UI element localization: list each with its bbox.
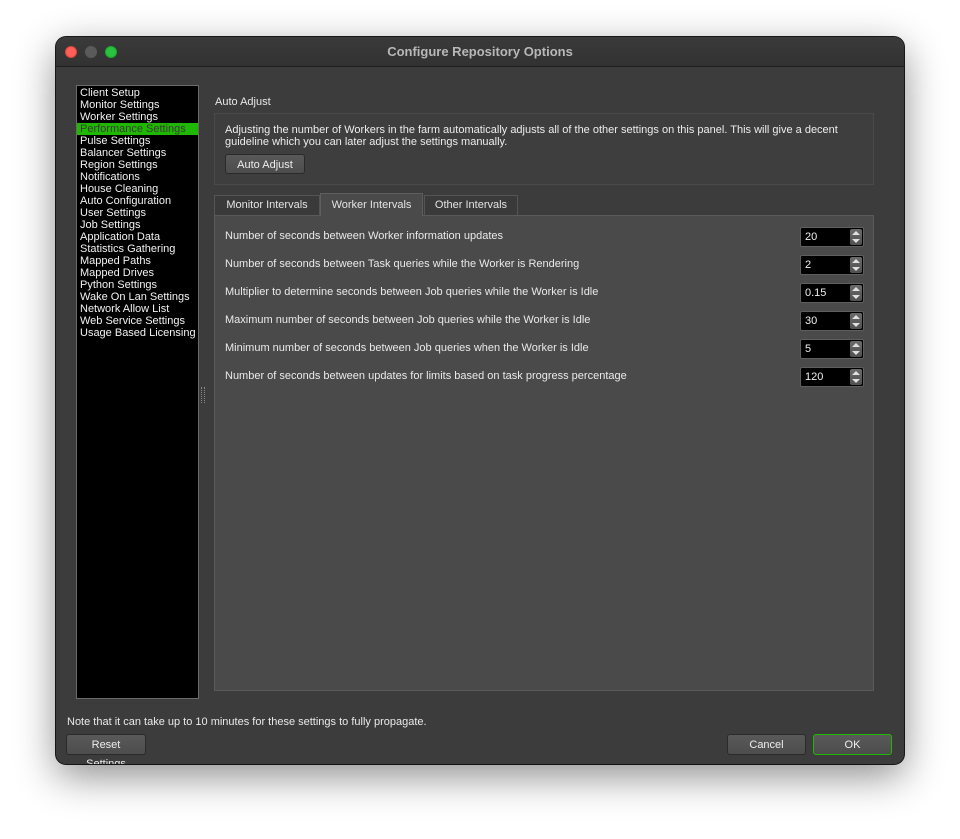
reset-settings-button[interactable]: Reset Settings [66,734,146,764]
sidebar-item-region-settings[interactable]: Region Settings [77,159,198,171]
decrement-arrow-icon[interactable] [852,239,860,243]
spinbox-value[interactable]: 5 [805,343,811,355]
decrement-arrow-icon[interactable] [852,267,860,271]
task-query-rendering-seconds-spinbox[interactable]: 2 [800,255,864,275]
decrement-arrow-icon[interactable] [852,379,860,383]
setting-row: Multiplier to determine seconds between … [225,283,865,303]
sidebar-item-python-settings[interactable]: Python Settings [77,279,198,291]
increment-arrow-icon[interactable] [852,287,860,291]
sidebar-item-monitor-settings[interactable]: Monitor Settings [77,99,198,111]
setting-label: Minimum number of seconds between Job qu… [225,342,589,354]
max-job-query-idle-seconds-spinbox[interactable]: 30 [800,311,864,331]
sidebar-item-network-allow-list[interactable]: Network Allow List [77,303,198,315]
auto-adjust-button[interactable]: Auto Adjust [225,154,305,174]
stepper-buttons[interactable] [850,313,862,329]
job-query-idle-multiplier-spinbox[interactable]: 0.15 [800,283,864,303]
spinbox-value[interactable]: 20 [805,231,817,243]
setting-label: Number of seconds between Worker informa… [225,230,503,242]
worker-info-update-seconds-spinbox[interactable]: 20 [800,227,864,247]
setting-row: Number of seconds between Worker informa… [225,227,865,247]
increment-arrow-icon[interactable] [852,371,860,375]
setting-label: Number of seconds between updates for li… [225,370,627,382]
setting-row: Number of seconds between updates for li… [225,367,865,387]
sidebar-item-mapped-paths[interactable]: Mapped Paths [77,255,198,267]
setting-label: Multiplier to determine seconds between … [225,286,599,298]
sidebar-item-auto-configuration[interactable]: Auto Configuration [77,195,198,207]
propagation-note: Note that it can take up to 10 minutes f… [67,716,427,728]
increment-arrow-icon[interactable] [852,231,860,235]
sidebar-item-performance-settings[interactable]: Performance Settings [77,123,198,135]
ok-button[interactable]: OK [813,734,892,755]
auto-adjust-section-label: Auto Adjust [215,96,271,108]
stepper-buttons[interactable] [850,257,862,273]
tab-other-intervals[interactable]: Other Intervals [424,195,518,215]
sidebar-item-client-setup[interactable]: Client Setup [77,87,198,99]
setting-label: Maximum number of seconds between Job qu… [225,314,591,326]
min-job-query-idle-seconds-spinbox[interactable]: 5 [800,339,864,359]
stepper-buttons[interactable] [850,369,862,385]
spinbox-value[interactable]: 120 [805,371,823,383]
increment-arrow-icon[interactable] [852,259,860,263]
splitter-handle[interactable] [201,387,205,403]
stepper-buttons[interactable] [850,285,862,301]
setting-label: Number of seconds between Task queries w… [225,258,580,270]
settings-category-list[interactable]: Client Setup Monitor Settings Worker Set… [76,85,199,699]
sidebar-item-wake-on-lan-settings[interactable]: Wake On Lan Settings [77,291,198,303]
spinbox-value[interactable]: 2 [805,259,811,271]
stepper-buttons[interactable] [850,341,862,357]
tab-monitor-intervals[interactable]: Monitor Intervals [214,195,320,215]
auto-adjust-group: Adjusting the number of Workers in the f… [214,113,874,185]
configure-repository-options-window: Configure Repository Options Client Setu… [56,37,904,764]
spinbox-value[interactable]: 0.15 [805,287,826,299]
sidebar-item-notifications[interactable]: Notifications [77,171,198,183]
sidebar-item-web-service-settings[interactable]: Web Service Settings [77,315,198,327]
sidebar-item-balancer-settings[interactable]: Balancer Settings [77,147,198,159]
auto-adjust-description: Adjusting the number of Workers in the f… [225,124,838,148]
decrement-arrow-icon[interactable] [852,351,860,355]
sidebar-item-application-data[interactable]: Application Data [77,231,198,243]
increment-arrow-icon[interactable] [852,343,860,347]
decrement-arrow-icon[interactable] [852,323,860,327]
setting-row: Minimum number of seconds between Job qu… [225,339,865,359]
setting-row: Number of seconds between Task queries w… [225,255,865,275]
setting-row: Maximum number of seconds between Job qu… [225,311,865,331]
sidebar-item-user-settings[interactable]: User Settings [77,207,198,219]
sidebar-item-house-cleaning[interactable]: House Cleaning [77,183,198,195]
worker-intervals-panel: Number of seconds between Worker informa… [214,215,874,691]
sidebar-item-mapped-drives[interactable]: Mapped Drives [77,267,198,279]
sidebar-item-pulse-settings[interactable]: Pulse Settings [77,135,198,147]
cancel-button[interactable]: Cancel [727,734,806,755]
sidebar-item-statistics-gathering[interactable]: Statistics Gathering [77,243,198,255]
sidebar-item-usage-based-licensing[interactable]: Usage Based Licensing [77,327,198,339]
limits-progress-update-seconds-spinbox[interactable]: 120 [800,367,864,387]
increment-arrow-icon[interactable] [852,315,860,319]
spinbox-value[interactable]: 30 [805,315,817,327]
window-title: Configure Repository Options [387,44,573,59]
decrement-arrow-icon[interactable] [852,295,860,299]
stepper-buttons[interactable] [850,229,862,245]
sidebar-item-job-settings[interactable]: Job Settings [77,219,198,231]
titlebar: Configure Repository Options [56,37,904,67]
sidebar-item-worker-settings[interactable]: Worker Settings [77,111,198,123]
tab-worker-intervals[interactable]: Worker Intervals [320,193,423,216]
